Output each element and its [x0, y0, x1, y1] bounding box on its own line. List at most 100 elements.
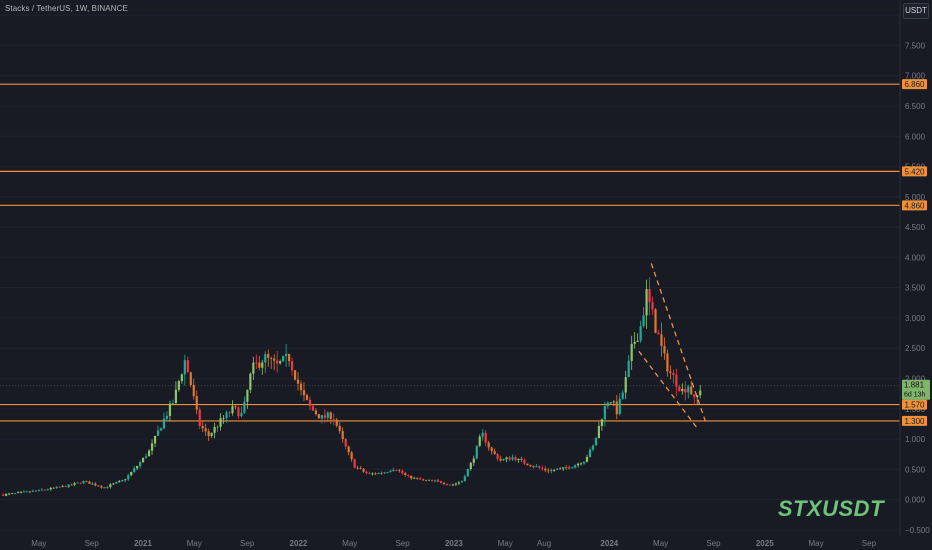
- candle-body: [562, 467, 565, 469]
- candles: [2, 277, 702, 497]
- candle-body: [228, 412, 231, 414]
- candle-body: [454, 483, 458, 485]
- grid: [0, 14, 900, 531]
- candle-body: [168, 403, 172, 416]
- candle-body: [514, 457, 517, 461]
- candle-body: [502, 458, 505, 461]
- candle-body: [121, 480, 124, 481]
- candle-body: [237, 407, 240, 417]
- candle-body: [249, 373, 252, 390]
- candlestick-chart[interactable]: −0.5000.0000.5001.0001.5002.0002.5003.00…: [0, 0, 932, 550]
- candle-body: [690, 386, 693, 395]
- candle-body: [28, 491, 32, 493]
- candle-body: [40, 489, 43, 491]
- candle-body: [535, 466, 538, 468]
- candle-body: [192, 385, 195, 397]
- candle-body: [499, 458, 502, 461]
- candle-body: [511, 457, 514, 460]
- candle-body: [267, 354, 270, 358]
- candle-body: [302, 390, 306, 396]
- candle-body: [296, 379, 300, 384]
- x-tick-label: 2024: [600, 539, 618, 548]
- candle-body: [490, 447, 493, 452]
- candle-body: [413, 477, 416, 479]
- candle-body: [311, 406, 315, 411]
- candle-body: [222, 417, 225, 419]
- y-tick-label: 3.000: [905, 314, 926, 323]
- candle-body: [103, 487, 106, 489]
- candle-body: [70, 484, 73, 486]
- candle-body: [681, 388, 684, 392]
- candle-body: [207, 431, 210, 436]
- candle-body: [436, 480, 440, 482]
- candle-body: [142, 457, 145, 463]
- candle-body: [657, 332, 660, 335]
- x-tick-label: 2021: [134, 539, 152, 548]
- candle-body: [556, 469, 559, 470]
- candle-body: [317, 414, 320, 419]
- candle-body: [85, 481, 88, 482]
- candle-body: [106, 486, 109, 488]
- candle-body: [13, 493, 17, 494]
- candle-body: [451, 484, 455, 486]
- candle-body: [43, 489, 46, 491]
- candle-body: [699, 390, 702, 396]
- candle-body: [573, 465, 577, 468]
- time-axis[interactable]: May Sep 2021 May Sep 2022 May Sep 2023 May Aug 2024…: [31, 539, 876, 548]
- candle-body: [329, 412, 332, 419]
- currency-unit-label[interactable]: USDT: [903, 3, 929, 19]
- candle-body: [16, 492, 20, 494]
- candle-body: [213, 427, 216, 433]
- y-tick-label: 4.000: [905, 253, 926, 262]
- y-tick-label: 4.500: [905, 223, 926, 232]
- candle-body: [585, 457, 589, 462]
- candle-body: [636, 340, 639, 342]
- candle-body: [600, 419, 603, 427]
- candle-body: [276, 360, 279, 364]
- candle-body: [392, 469, 395, 471]
- candle-body: [618, 398, 621, 415]
- candle-body: [282, 356, 285, 362]
- candle-body: [130, 471, 133, 476]
- candle-body: [371, 473, 374, 475]
- candle-body: [46, 489, 49, 491]
- x-tick-label: Sep: [240, 539, 255, 548]
- candle-body: [165, 415, 169, 419]
- x-tick-label: May: [808, 539, 823, 548]
- candle-body: [517, 458, 520, 461]
- candle-body: [100, 486, 103, 488]
- candle-body: [139, 462, 142, 467]
- x-tick-label: 2023: [445, 539, 463, 548]
- x-tick-label: 2022: [290, 539, 308, 548]
- candle-body: [344, 439, 347, 447]
- candle-body: [675, 375, 678, 387]
- candle-body: [383, 472, 386, 474]
- candle-body: [466, 469, 469, 477]
- candle-body: [174, 389, 177, 403]
- candle-body: [401, 470, 404, 474]
- candle-body: [258, 362, 261, 368]
- candle-body: [338, 425, 341, 432]
- candle-body: [159, 428, 163, 431]
- y-tick-label: 1.000: [905, 435, 926, 444]
- x-tick-label: May: [653, 539, 668, 548]
- candle-body: [308, 399, 312, 407]
- candle-body: [380, 472, 383, 474]
- candle-body: [374, 473, 377, 475]
- candle-body: [198, 409, 201, 426]
- candle-body: [153, 435, 157, 444]
- candle-body: [353, 459, 356, 468]
- candle-body: [124, 479, 127, 481]
- candle-body: [246, 389, 249, 402]
- candle-body: [448, 484, 452, 486]
- candle-body: [118, 480, 121, 483]
- y-tick-label: 2.500: [905, 344, 926, 353]
- candle-body: [612, 401, 615, 403]
- candle-body: [82, 481, 85, 484]
- candle-body: [532, 466, 535, 467]
- candle-body: [648, 289, 651, 303]
- y-tick-label: 3.500: [905, 284, 926, 293]
- candle-body: [240, 412, 243, 417]
- candle-body: [219, 418, 222, 427]
- candle-body: [365, 471, 368, 474]
